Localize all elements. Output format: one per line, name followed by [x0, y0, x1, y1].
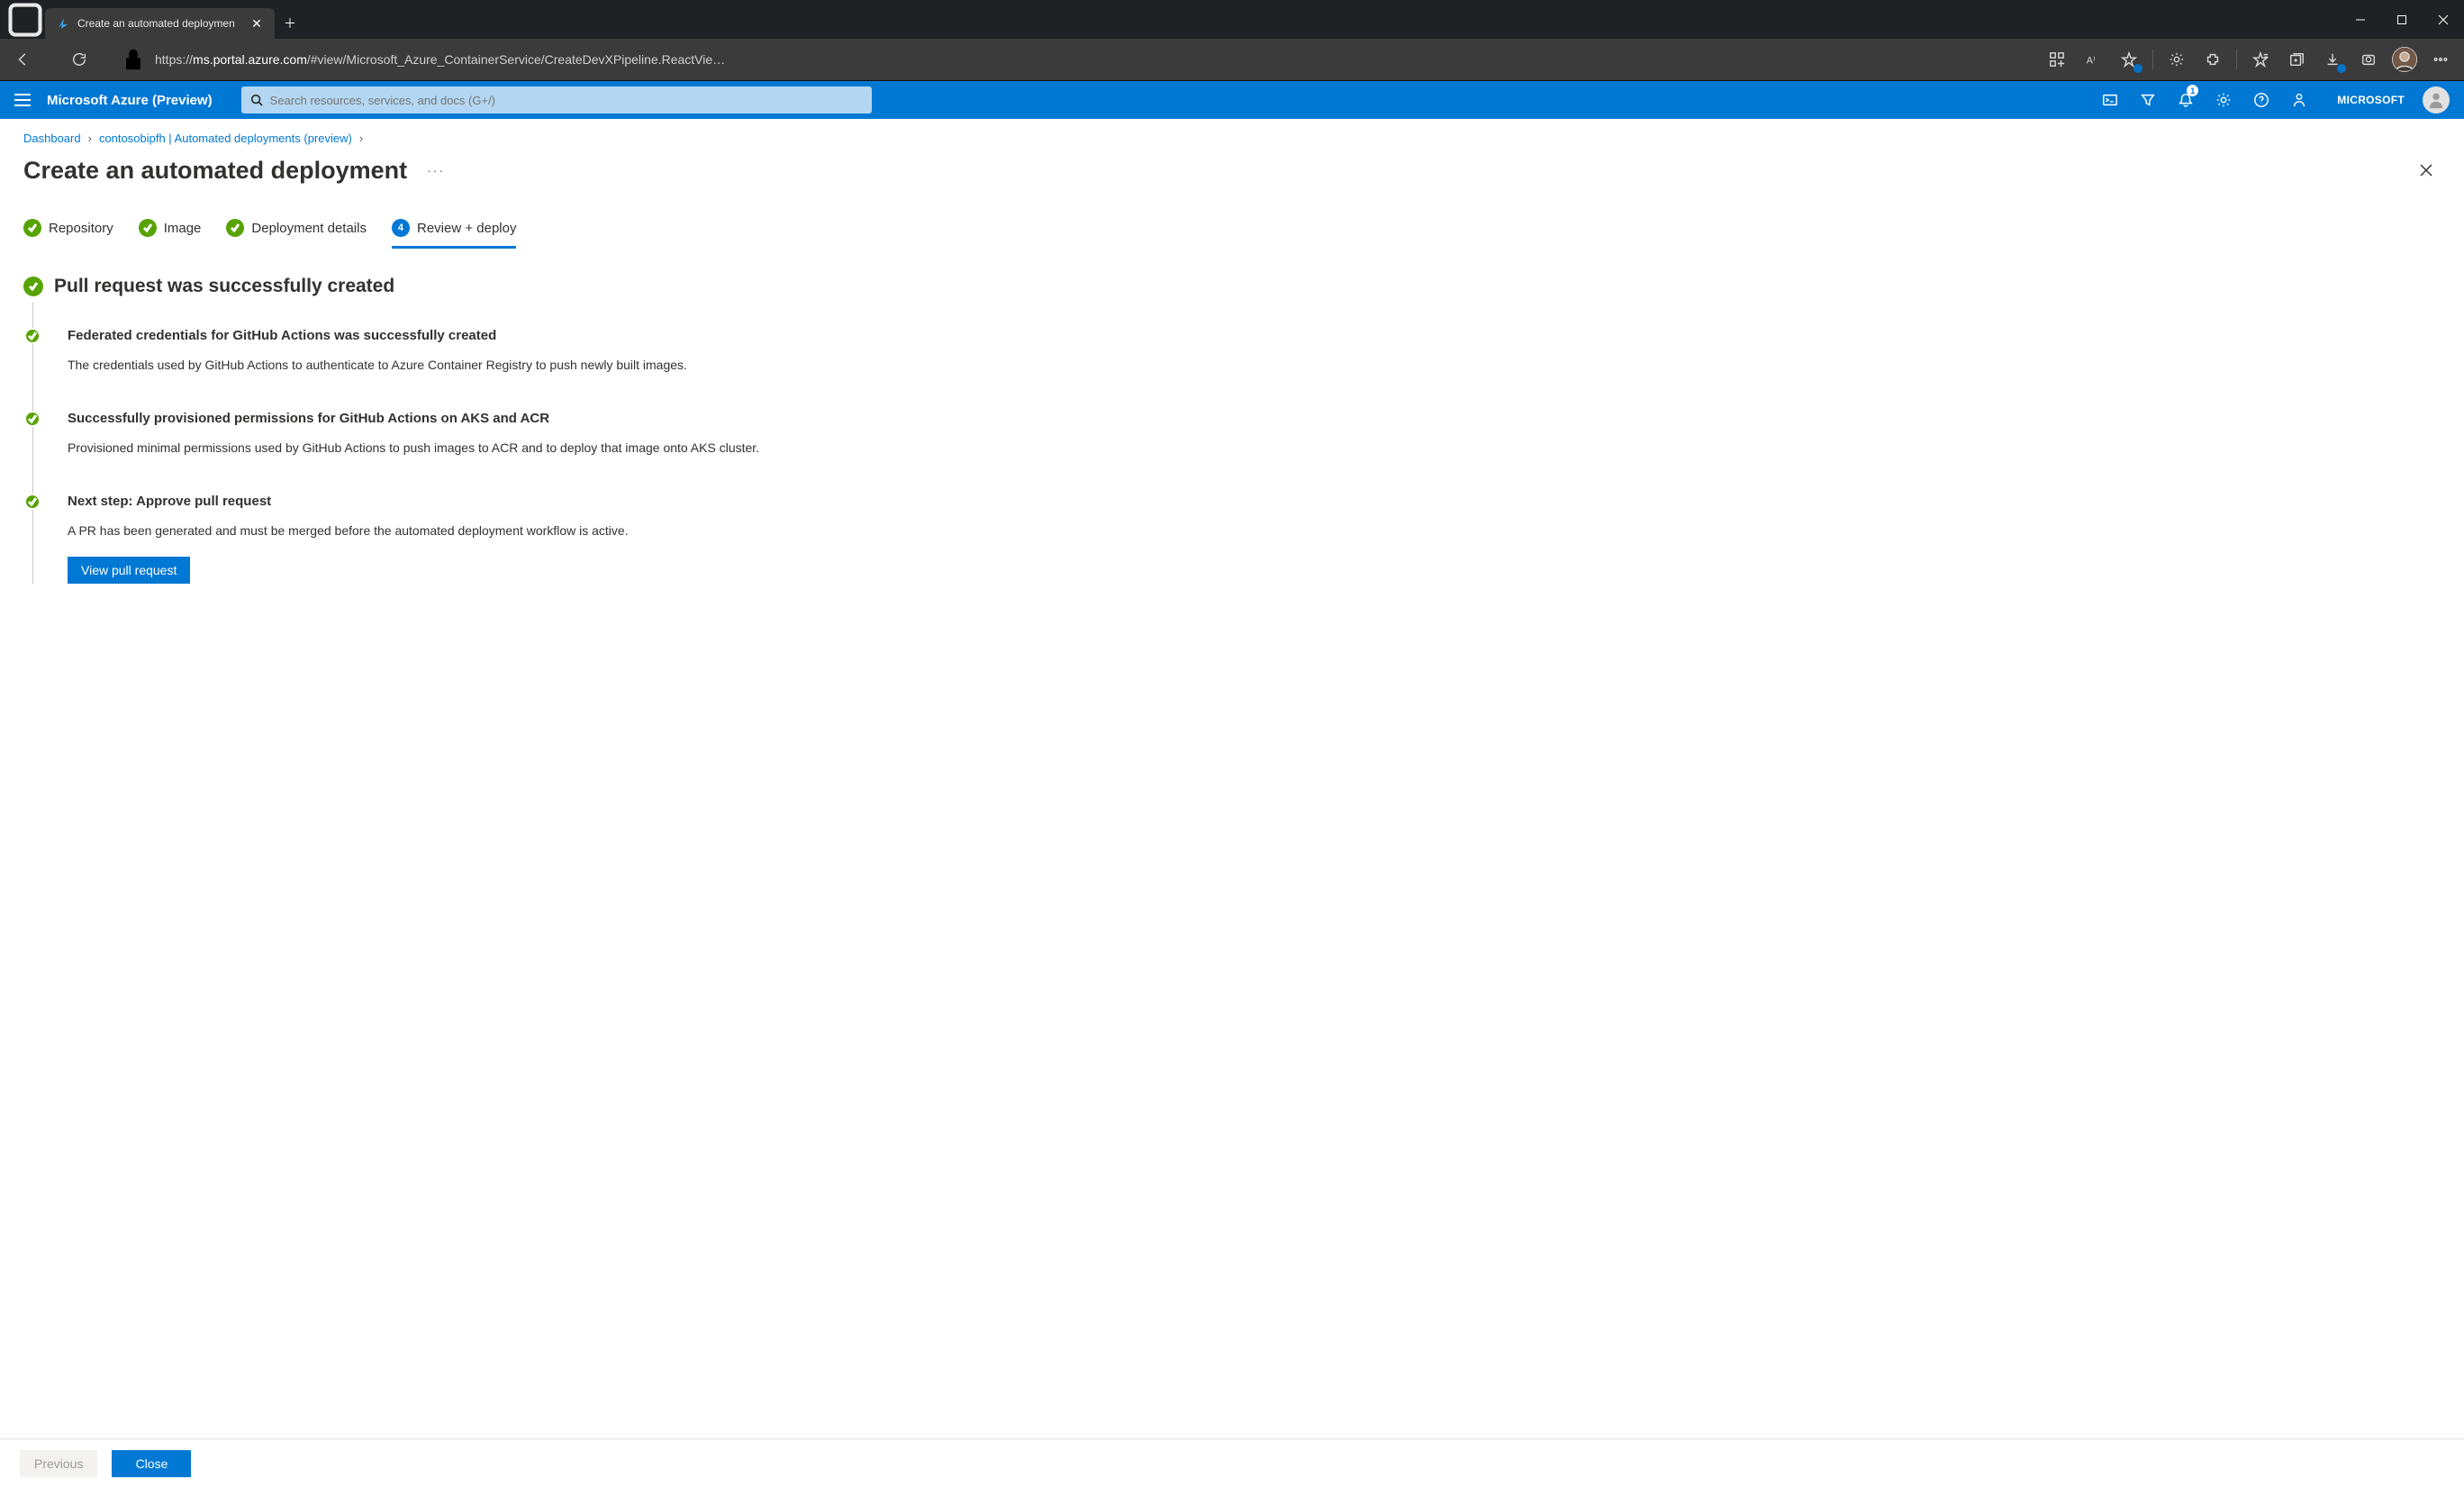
read-aloud-icon[interactable]: A⁾ [2077, 43, 2109, 76]
window-controls [2340, 0, 2464, 39]
url-text: https://ms.portal.azure.com/#view/Micros… [155, 52, 2034, 67]
status-item-desc: A PR has been generated and must be merg… [68, 522, 2441, 540]
status-headline: Pull request was successfully created [54, 276, 394, 297]
more-menu-button[interactable] [2424, 43, 2457, 76]
search-icon [250, 94, 263, 106]
wizard-step-label: Repository [49, 221, 113, 236]
profile-button[interactable] [2388, 43, 2421, 76]
tab-close-icon[interactable]: ✕ [249, 16, 264, 32]
browser-tab[interactable]: Create an automated deploymen ✕ [45, 8, 275, 39]
blade-close-button[interactable] [2412, 156, 2441, 185]
page: Dashboard › contosobipfh | Automated dep… [0, 119, 2464, 1488]
notification-badge: 1 [2187, 85, 2198, 96]
refresh-button[interactable] [63, 43, 95, 76]
close-button[interactable]: Close [112, 1450, 191, 1477]
previous-button[interactable]: Previous [20, 1450, 97, 1477]
screenshot-icon[interactable] [2352, 43, 2385, 76]
success-check-icon [24, 494, 41, 510]
profile-avatar-icon [2392, 47, 2417, 72]
wizard-step-label: Image [164, 221, 202, 236]
square-grid-icon [5, 0, 45, 40]
address-bar[interactable]: https://ms.portal.azure.com/#view/Micros… [115, 45, 2037, 74]
chevron-right-icon: › [88, 132, 92, 145]
portal-menu-button[interactable] [14, 89, 36, 111]
wizard-step-image[interactable]: Image [139, 219, 202, 248]
settings-gear-icon[interactable] [2206, 81, 2242, 119]
azure-favicon-icon [56, 16, 70, 31]
close-window-button[interactable] [2423, 0, 2464, 39]
favorites-star-icon[interactable] [2113, 43, 2145, 76]
status-item-title: Next step: Approve pull request [68, 494, 2441, 509]
wizard-step-label: Review + deploy [417, 221, 516, 236]
downloads-icon[interactable] [2316, 43, 2349, 76]
person-icon [2426, 90, 2446, 110]
page-title: Create an automated deployment [23, 157, 407, 185]
status-item: Federated credentials for GitHub Actions… [33, 328, 2441, 375]
search-input[interactable] [270, 94, 863, 107]
extensions-icon[interactable] [2197, 43, 2229, 76]
maximize-button[interactable] [2381, 0, 2423, 39]
tab-title: Create an automated deploymen [77, 17, 242, 30]
check-icon [23, 219, 41, 237]
status-item-title: Successfully provisioned permissions for… [68, 411, 2441, 426]
success-check-icon [24, 411, 41, 427]
downloads-badge [2337, 64, 2346, 73]
page-title-more-button[interactable]: ··· [423, 159, 448, 181]
app-launcher-icon[interactable] [2041, 43, 2073, 76]
minimize-button[interactable] [2340, 0, 2381, 39]
breadcrumb-link[interactable]: Dashboard [23, 132, 81, 145]
status-item-title: Federated credentials for GitHub Actions… [68, 328, 2441, 343]
directories-filter-icon[interactable] [2130, 81, 2166, 119]
account-avatar[interactable] [2423, 86, 2450, 113]
global-search[interactable] [241, 86, 872, 113]
tab-actions-button[interactable] [5, 0, 45, 39]
browser-titlebar: Create an automated deploymen ✕ ＋ [0, 0, 2464, 39]
cloud-shell-icon[interactable] [2092, 81, 2128, 119]
check-icon [226, 219, 244, 237]
status-item-desc: The credentials used by GitHub Actions t… [68, 356, 2441, 375]
favorites-badge [2133, 64, 2142, 73]
status-item: Next step: Approve pull request A PR has… [33, 494, 2441, 584]
feedback-icon[interactable] [2281, 81, 2317, 119]
wizard-step-repository[interactable]: Repository [23, 219, 113, 248]
chevron-right-icon: › [359, 132, 363, 145]
check-icon [139, 219, 157, 237]
azure-brand[interactable]: Microsoft Azure (Preview) [47, 93, 213, 108]
page-footer: Previous Close [0, 1438, 2464, 1488]
site-info-icon[interactable] [119, 45, 148, 74]
deployment-status: Pull request was successfully created Fe… [23, 276, 2441, 584]
success-check-icon [23, 277, 43, 296]
wizard-step-label: Deployment details [251, 221, 367, 236]
wizard-steps: Repository Image Deployment details 4 Re… [23, 219, 2441, 249]
success-check-icon [24, 328, 41, 344]
collections-icon[interactable] [2280, 43, 2313, 76]
tenant-name[interactable]: MICROSOFT [2337, 94, 2405, 106]
azure-topbar: Microsoft Azure (Preview) 1 MICROSOFT [0, 81, 2464, 119]
help-icon[interactable] [2243, 81, 2279, 119]
wizard-step-review-deploy[interactable]: 4 Review + deploy [392, 219, 516, 249]
new-tab-button[interactable]: ＋ [275, 8, 305, 39]
status-item: Successfully provisioned permissions for… [33, 411, 2441, 458]
breadcrumb-link[interactable]: contosobipfh | Automated deployments (pr… [99, 132, 352, 145]
breadcrumb: Dashboard › contosobipfh | Automated dep… [23, 132, 2441, 145]
favorites-list-icon[interactable] [2244, 43, 2277, 76]
dim-icon[interactable] [2161, 43, 2193, 76]
step-number-badge: 4 [392, 219, 410, 237]
wizard-step-deployment-details[interactable]: Deployment details [226, 219, 367, 248]
nav-back-button[interactable] [7, 43, 40, 76]
notifications-icon[interactable]: 1 [2168, 81, 2204, 119]
svg-text:A⁾: A⁾ [2087, 56, 2096, 67]
close-icon [2420, 164, 2432, 177]
view-pull-request-button[interactable]: View pull request [68, 557, 190, 584]
browser-toolbar: https://ms.portal.azure.com/#view/Micros… [0, 39, 2464, 81]
status-item-desc: Provisioned minimal permissions used by … [68, 439, 2441, 458]
